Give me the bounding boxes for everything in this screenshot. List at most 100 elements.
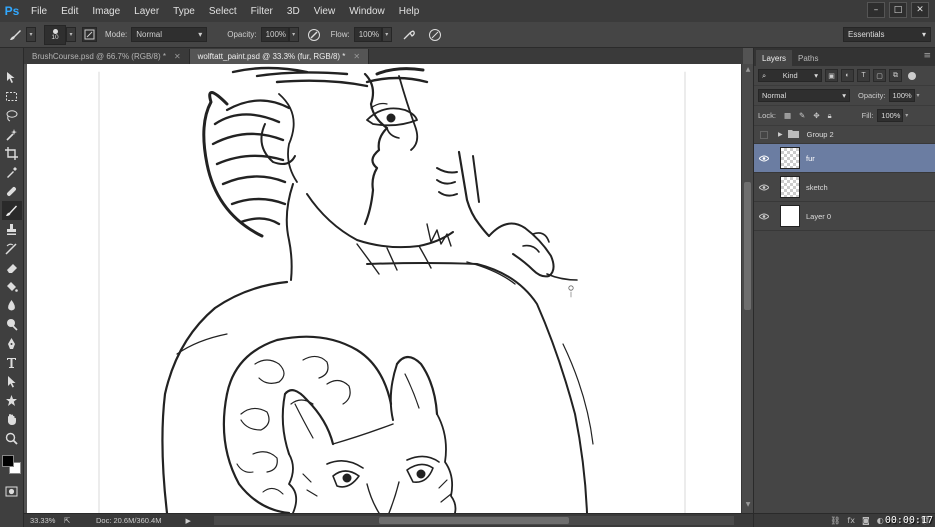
maximize-button[interactable]: □ [889, 2, 907, 18]
caret-right-icon[interactable]: ▶ [778, 131, 783, 138]
lock-position-icon[interactable]: ✥ [813, 111, 819, 120]
brush-size-dropdown[interactable]: ▾ [66, 27, 76, 42]
layer-row[interactable]: Layer 0 [754, 202, 935, 231]
opacity-input[interactable]: 100% [260, 27, 289, 42]
layer-style-icon[interactable]: fx [847, 516, 855, 525]
filter-type-icon[interactable]: T [857, 69, 870, 82]
tab-layers[interactable]: Layers [756, 50, 793, 66]
zoom-level[interactable]: 33.33% [24, 516, 55, 525]
pen-tool-icon[interactable] [2, 334, 22, 353]
filter-adjustment-icon[interactable]: ◐ [841, 69, 854, 82]
layer-row[interactable]: sketch [754, 173, 935, 202]
scroll-up-icon[interactable]: ▲ [743, 66, 753, 76]
healing-brush-tool-icon[interactable] [2, 182, 22, 201]
tab-paths[interactable]: Paths [792, 50, 824, 66]
layer-opacity-input[interactable]: 100% [888, 89, 915, 102]
flow-slider-toggle[interactable]: ▾ [381, 27, 392, 42]
layer-name: Layer 0 [806, 211, 832, 221]
clone-stamp-tool-icon[interactable] [2, 220, 22, 239]
chevron-down-icon[interactable]: ▾ [905, 112, 908, 119]
hand-tool-icon[interactable] [2, 410, 22, 429]
mode-select[interactable]: Normal ▾ [131, 27, 208, 42]
close-tab-icon[interactable]: ✕ [174, 52, 181, 61]
fill-input[interactable]: 100% [877, 109, 904, 122]
shape-tool-icon[interactable] [2, 391, 22, 410]
filter-kind-select[interactable]: ⌕ Kind ▾ [758, 69, 822, 82]
layer-row[interactable]: fur [754, 144, 935, 173]
filter-shape-icon[interactable]: ▢ [873, 69, 886, 82]
workspace-select[interactable]: Essentials ▾ [843, 27, 931, 42]
vertical-scroll-thumb[interactable] [744, 182, 751, 310]
path-selection-tool-icon[interactable] [2, 372, 22, 391]
menu-window[interactable]: Window [342, 6, 392, 17]
document-canvas[interactable] [27, 64, 743, 513]
menu-edit[interactable]: Edit [54, 6, 85, 17]
brush-panel-toggle-icon[interactable] [82, 27, 97, 42]
marquee-tool-icon[interactable] [2, 87, 22, 106]
panel-menu-icon[interactable]: ≡ [923, 51, 931, 61]
brush-size-picker[interactable]: 10 [44, 24, 66, 45]
minimize-button[interactable]: – [867, 2, 885, 18]
pressure-opacity-icon[interactable] [305, 26, 323, 44]
opacity-slider-toggle[interactable]: ▾ [288, 27, 299, 42]
canvas-area[interactable] [24, 64, 743, 513]
brush-tool-icon[interactable] [1, 201, 22, 220]
eyedropper-tool-icon[interactable] [2, 163, 22, 182]
filter-toggle-icon[interactable] [908, 71, 916, 80]
menu-help[interactable]: Help [392, 6, 427, 17]
eraser-tool-icon[interactable] [2, 258, 22, 277]
vertical-scrollbar[interactable]: ▲ ▼ [741, 64, 753, 513]
menu-view[interactable]: View [307, 6, 343, 17]
menu-file[interactable]: File [24, 6, 54, 17]
opacity-label: Opacity: [227, 30, 257, 39]
status-menu-arrow-icon[interactable]: ▶ [185, 517, 190, 525]
tool-preset-dropdown[interactable]: ▾ [26, 27, 36, 42]
blur-tool-icon[interactable] [2, 296, 22, 315]
menu-select[interactable]: Select [202, 6, 244, 17]
history-brush-tool-icon[interactable] [2, 239, 22, 258]
menu-filter[interactable]: Filter [244, 6, 280, 17]
tab-brushcourse[interactable]: BrushCourse.psd @ 66.7% (RGB/8) * ✕ [24, 49, 190, 64]
quick-selection-tool-icon[interactable] [2, 125, 22, 144]
visibility-toggle[interactable] [754, 130, 774, 139]
menu-3d[interactable]: 3D [280, 6, 307, 17]
eye-icon[interactable] [754, 155, 774, 162]
filter-pixel-icon[interactable]: ▣ [825, 69, 838, 82]
horizontal-scroll-thumb[interactable] [379, 517, 569, 524]
chevron-down-icon[interactable]: ▾ [917, 92, 920, 99]
blend-mode-select[interactable]: Normal ▾ [758, 89, 850, 102]
scroll-down-icon[interactable]: ▼ [743, 501, 753, 511]
crop-tool-icon[interactable] [2, 144, 22, 163]
flow-input[interactable]: 100% [353, 27, 382, 42]
quick-mask-icon[interactable] [2, 482, 22, 501]
link-layers-icon[interactable]: ⛓ [830, 516, 840, 525]
lock-all-icon[interactable]: 🔒︎ [828, 111, 832, 121]
brush-tool-preset-icon[interactable] [6, 26, 24, 44]
close-button[interactable]: ✕ [911, 2, 929, 18]
foreground-color-swatch[interactable] [1, 455, 14, 467]
filter-smart-object-icon[interactable]: ⧉ [889, 69, 902, 82]
airbrush-icon[interactable] [400, 26, 418, 44]
export-icon[interactable]: ⇱ [64, 516, 76, 525]
zoom-tool-icon[interactable] [2, 429, 22, 448]
type-tool-icon[interactable] [2, 353, 22, 372]
adjustment-layer-icon[interactable]: ◐ [877, 516, 884, 525]
dodge-tool-icon[interactable] [2, 315, 22, 334]
eye-icon[interactable] [754, 213, 774, 220]
lock-image-icon[interactable]: ✎ [799, 111, 805, 120]
move-tool-icon[interactable] [2, 68, 22, 87]
tab-wolftatt-paint[interactable]: wolftatt_paint.psd @ 33.3% (fur, RGB/8) … [189, 49, 370, 64]
pressure-size-icon[interactable] [426, 26, 444, 44]
add-mask-icon[interactable]: ◙ [862, 516, 870, 525]
layer-group-row[interactable]: ▶ Group 2 [754, 126, 935, 144]
color-swatches[interactable] [1, 452, 23, 478]
menu-image[interactable]: Image [85, 6, 127, 17]
menu-type[interactable]: Type [166, 6, 202, 17]
eye-icon[interactable] [754, 184, 774, 191]
lasso-tool-icon[interactable] [2, 106, 22, 125]
paint-bucket-tool-icon[interactable] [2, 277, 22, 296]
lock-transparent-icon[interactable]: ▦ [784, 111, 791, 120]
horizontal-scrollbar[interactable] [214, 516, 734, 525]
menu-layer[interactable]: Layer [127, 6, 166, 17]
close-tab-icon[interactable]: ✕ [353, 52, 360, 61]
